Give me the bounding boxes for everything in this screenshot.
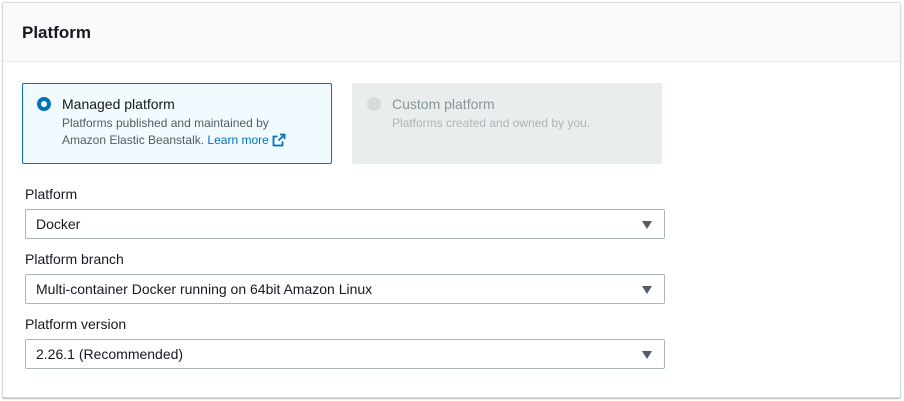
managed-description-line2: Amazon Elastic Beanstalk. <box>62 133 205 147</box>
learn-more-label: Learn more <box>207 133 269 147</box>
caret-down-icon <box>642 351 652 359</box>
managed-platform-radio[interactable] <box>37 97 51 111</box>
platform-branch-select-value: Multi-container Docker running on 64bit … <box>36 281 373 297</box>
custom-platform-tile: Custom platform Platforms created and ow… <box>352 83 662 164</box>
platform-version-field-label: Platform version <box>25 316 127 332</box>
managed-platform-description: Platforms published and maintained by Am… <box>62 115 327 152</box>
platform-select-value: Docker <box>36 216 81 232</box>
platform-branch-select[interactable]: Multi-container Docker running on 64bit … <box>25 274 665 304</box>
managed-description-line1: Platforms published and maintained by <box>62 116 269 130</box>
platform-field-label: Platform <box>25 186 78 202</box>
panel-header: Platform <box>3 3 900 62</box>
caret-down-icon <box>642 286 652 294</box>
managed-platform-label: Managed platform <box>62 96 175 112</box>
custom-platform-label: Custom platform <box>392 96 495 112</box>
platform-select[interactable]: Docker <box>25 209 665 239</box>
learn-more-link[interactable]: Learn more <box>207 133 286 147</box>
external-link-icon <box>272 133 286 152</box>
platform-branch-field-label: Platform branch <box>25 251 124 267</box>
platform-panel: Platform Managed platform Platforms publ… <box>2 2 901 398</box>
custom-platform-description: Platforms created and owned by you. <box>392 116 591 130</box>
caret-down-icon <box>642 221 652 229</box>
platform-version-select-value: 2.26.1 (Recommended) <box>36 346 184 362</box>
platform-version-select[interactable]: 2.26.1 (Recommended) <box>25 339 665 369</box>
custom-platform-radio <box>367 97 381 111</box>
panel-title: Platform <box>22 23 91 42</box>
managed-platform-tile[interactable]: Managed platform Platforms published and… <box>22 83 332 164</box>
